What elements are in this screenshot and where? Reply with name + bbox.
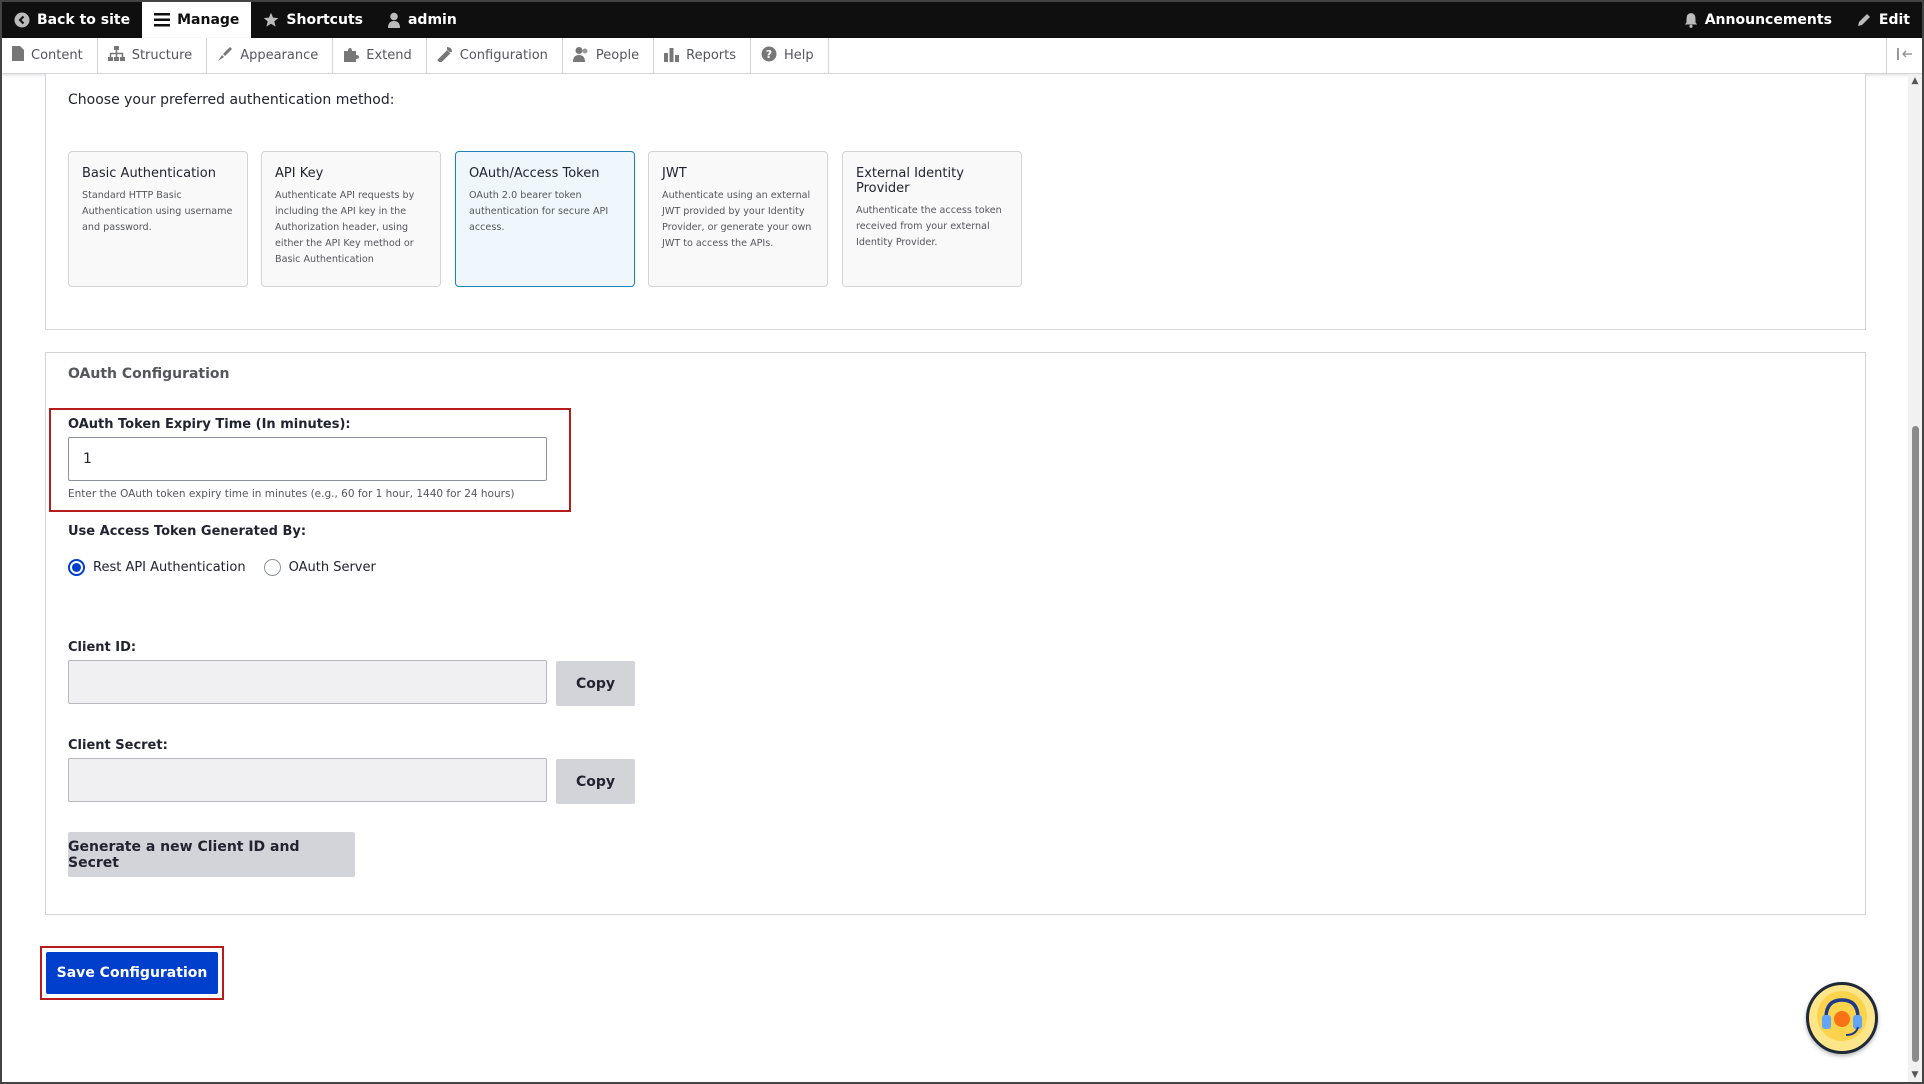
radio-unchecked[interactable]: [263, 559, 281, 576]
manage-tab[interactable]: Manage: [142, 2, 252, 38]
tray-item-label: Structure: [131, 48, 193, 63]
back-arrow-icon: [14, 12, 30, 28]
tray-item-content[interactable]: Content: [2, 37, 98, 74]
back-to-site-link[interactable]: Back to site: [2, 2, 142, 38]
expiry-hint: Enter the OAuth token expiry time in min…: [68, 488, 515, 500]
page-icon: [12, 46, 24, 65]
client-id-field[interactable]: [68, 660, 547, 704]
method-description: Authenticate using an external JWT provi…: [662, 190, 812, 249]
expiry-time-input[interactable]: 1: [68, 437, 547, 481]
method-title: OAuth/Access Token: [469, 166, 600, 181]
client-id-label: Client ID:: [68, 640, 137, 655]
radio-oauth-server[interactable]: OAuth Server: [263, 559, 376, 576]
tray-item-label: Appearance: [240, 48, 319, 63]
tray-item-extend[interactable]: Extend: [333, 37, 427, 74]
copy-client-id-button[interactable]: Copy: [556, 661, 635, 706]
user-tab[interactable]: admin: [375, 2, 469, 38]
client-secret-field[interactable]: [68, 758, 547, 802]
radio-rest-api-authentication[interactable]: Rest API Authentication: [68, 559, 246, 576]
radio-label: OAuth Server: [288, 560, 376, 575]
people-icon: [572, 46, 589, 66]
scroll-down-arrow-icon[interactable]: ▼: [1910, 1070, 1920, 1080]
method-basic-authentication[interactable]: Basic Authentication Standard HTTP Basic…: [68, 151, 248, 287]
tray-item-appearance[interactable]: Appearance: [207, 37, 334, 74]
edit-tab[interactable]: Edit: [1844, 2, 1922, 38]
wrench-icon: [436, 46, 453, 66]
tray-item-help[interactable]: ? Help: [751, 37, 829, 74]
generated-by-label: Use Access Token Generated By:: [68, 524, 307, 539]
admin-tray: Content Structure Appearance Extend Conf…: [2, 37, 1922, 74]
announcements-label: Announcements: [1704, 12, 1832, 28]
tray-item-label: Content: [31, 48, 83, 63]
tray-item-label: People: [595, 48, 640, 63]
star-icon: [263, 12, 279, 28]
svg-text:?: ?: [766, 48, 772, 61]
radio-checked[interactable]: [68, 559, 85, 576]
sitemap-icon: [107, 46, 125, 65]
user-label: admin: [407, 12, 457, 28]
method-jwt[interactable]: JWT Authenticate using an external JWT p…: [648, 151, 828, 287]
tray-item-label: Help: [784, 48, 814, 63]
puzzle-icon: [343, 46, 360, 66]
method-oauth-access-token[interactable]: OAuth/Access Token OAuth 2.0 bearer toke…: [455, 151, 635, 287]
save-configuration-button[interactable]: Save Configuration: [46, 952, 218, 994]
tray-item-label: Extend: [366, 48, 412, 63]
copy-client-secret-button[interactable]: Copy: [556, 759, 635, 804]
generated-by-radio-group: Rest API Authentication OAuth Server: [68, 559, 394, 576]
announcements-tab[interactable]: Announcements: [1672, 2, 1844, 38]
collapse-arrow-icon: [1896, 47, 1913, 64]
admin-toolbar: Back to site Manage Shortcuts admin Anno…: [2, 2, 1922, 38]
tray-item-people[interactable]: People: [563, 37, 655, 74]
tray-item-reports[interactable]: Reports: [654, 37, 751, 74]
method-external-identity-provider[interactable]: External Identity Provider Authenticate …: [842, 151, 1022, 287]
back-to-site-label: Back to site: [37, 12, 131, 28]
shortcuts-tab[interactable]: Shortcuts: [251, 2, 375, 38]
generate-client-credentials-button[interactable]: Generate a new Client ID and Secret: [68, 832, 355, 877]
method-title: API Key: [275, 166, 324, 181]
support-chat-button[interactable]: [1806, 982, 1878, 1054]
tray-collapse-button[interactable]: [1886, 37, 1922, 74]
method-description: Standard HTTP Basic Authentication using…: [82, 190, 233, 233]
hamburger-icon: [154, 13, 171, 27]
edit-label: Edit: [1878, 12, 1910, 28]
shortcuts-label: Shortcuts: [286, 12, 363, 28]
tray-item-configuration[interactable]: Configuration: [427, 37, 563, 74]
user-icon: [387, 12, 401, 28]
scrollbar-thumb[interactable]: [1912, 426, 1919, 1062]
radio-label: Rest API Authentication: [93, 560, 246, 575]
tray-item-label: Configuration: [459, 48, 548, 63]
tray-item-label: Reports: [686, 48, 736, 63]
method-description: Authenticate API requests by including t…: [275, 190, 415, 265]
client-secret-label: Client Secret:: [68, 738, 168, 753]
pencil-icon: [1856, 12, 1872, 28]
oauth-config-title: OAuth Configuration: [68, 366, 230, 382]
auth-method-intro: Choose your preferred authentication met…: [68, 92, 395, 108]
help-icon: ?: [761, 46, 777, 66]
brush-icon: [217, 46, 233, 66]
scroll-up-arrow-icon[interactable]: ▲: [1910, 76, 1920, 86]
bar-chart-icon: [664, 46, 680, 66]
expiry-label: OAuth Token Expiry Time (In minutes):: [68, 417, 351, 432]
method-api-key[interactable]: API Key Authenticate API requests by inc…: [261, 151, 441, 287]
method-title: External Identity Provider: [856, 166, 964, 196]
method-description: Authenticate the access token received f…: [856, 205, 1002, 248]
method-description: OAuth 2.0 bearer token authentication fo…: [469, 190, 609, 233]
headset-icon: [1816, 990, 1868, 1046]
method-title: Basic Authentication: [82, 166, 216, 181]
manage-label: Manage: [177, 12, 240, 28]
bell-icon: [1684, 12, 1698, 28]
tray-item-structure[interactable]: Structure: [98, 37, 208, 74]
method-title: JWT: [662, 166, 687, 181]
